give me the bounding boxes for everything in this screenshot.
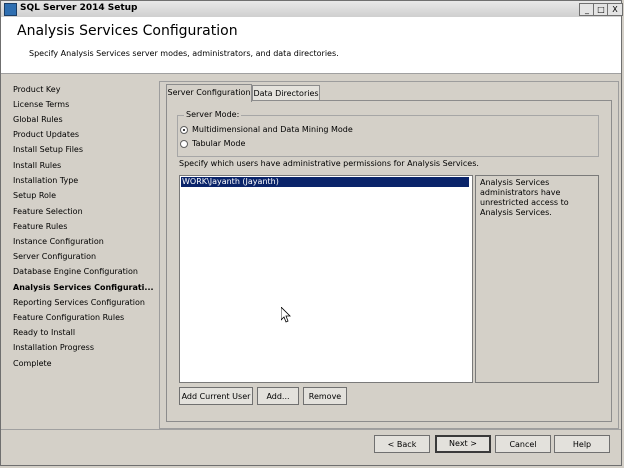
add-user-button[interactable]: Add... [257, 387, 299, 405]
sidebar-item-complete[interactable]: Complete [13, 359, 52, 368]
add-current-user-button[interactable]: Add Current User [179, 387, 253, 405]
sidebar-item-install-setup-files[interactable]: Install Setup Files [13, 145, 83, 154]
admin-permissions-label: Specify which users have administrative … [179, 159, 479, 168]
sidebar-item-ready-to-install[interactable]: Ready to Install [13, 328, 75, 337]
help-button[interactable]: Help [554, 435, 610, 453]
sidebar-item-installation-type[interactable]: Installation Type [13, 176, 78, 185]
sidebar-item-setup-role[interactable]: Setup Role [13, 191, 56, 200]
mouse-cursor-icon [281, 307, 291, 323]
page-header: Analysis Services Configuration Specify … [1, 17, 621, 74]
multidimensional-mode-label[interactable]: Multidimensional and Data Mining Mode [192, 125, 353, 134]
sidebar-item-install-rules[interactable]: Install Rules [13, 161, 61, 170]
back-button[interactable]: < Back [374, 435, 430, 453]
administrators-list[interactable]: WORK\Jayanth (Jayanth) [179, 175, 473, 383]
sidebar-item-product-key[interactable]: Product Key [13, 85, 60, 94]
wizard-steps: Product Key License Terms Global Rules P… [5, 77, 155, 429]
sidebar-item-analysis-services-configuration[interactable]: Analysis Services Configurati... [13, 283, 154, 292]
sidebar-item-feature-configuration-rules[interactable]: Feature Configuration Rules [13, 313, 124, 322]
sidebar-item-instance-configuration[interactable]: Instance Configuration [13, 237, 104, 246]
tabular-mode-radio[interactable] [180, 140, 188, 148]
sidebar-item-product-updates[interactable]: Product Updates [13, 130, 79, 139]
admin-info-text: Analysis Services administrators have un… [480, 178, 569, 217]
close-button[interactable]: X [607, 3, 623, 16]
content-panel: Server Configuration Data Directories Se… [159, 81, 619, 429]
sidebar-item-feature-rules[interactable]: Feature Rules [13, 222, 67, 231]
setup-window: SQL Server 2014 Setup _ □ X Analysis Ser… [0, 0, 623, 466]
sidebar-item-server-configuration[interactable]: Server Configuration [13, 252, 96, 261]
tab-server-configuration[interactable]: Server Configuration [166, 84, 252, 102]
server-mode-label: Server Mode: [184, 110, 242, 119]
sidebar-item-license-terms[interactable]: License Terms [13, 100, 69, 109]
next-button[interactable]: Next > [435, 435, 491, 453]
tabular-mode-label[interactable]: Tabular Mode [192, 139, 245, 148]
title-bar: SQL Server 2014 Setup _ □ X [1, 1, 623, 18]
window-title: SQL Server 2014 Setup [20, 3, 138, 13]
server-mode-group: Server Mode: Multidimensional and Data M… [177, 110, 599, 157]
sidebar-item-database-engine-configuration[interactable]: Database Engine Configuration [13, 267, 138, 276]
sidebar-item-reporting-services-configuration[interactable]: Reporting Services Configuration [13, 298, 145, 307]
footer-divider [1, 429, 621, 430]
page-title: Analysis Services Configuration [17, 23, 238, 39]
remove-user-button[interactable]: Remove [303, 387, 347, 405]
cancel-button[interactable]: Cancel [495, 435, 551, 453]
list-item[interactable]: WORK\Jayanth (Jayanth) [181, 177, 469, 187]
sql-server-icon [4, 3, 17, 16]
server-configuration-tab-body: Server Mode: Multidimensional and Data M… [166, 100, 612, 422]
sidebar-item-global-rules[interactable]: Global Rules [13, 115, 63, 124]
admin-info-box: Analysis Services administrators have un… [475, 175, 599, 383]
sidebar-item-installation-progress[interactable]: Installation Progress [13, 343, 94, 352]
multidimensional-mode-radio[interactable] [180, 126, 188, 134]
sidebar-item-feature-selection[interactable]: Feature Selection [13, 207, 83, 216]
page-description: Specify Analysis Services server modes, … [29, 49, 339, 58]
